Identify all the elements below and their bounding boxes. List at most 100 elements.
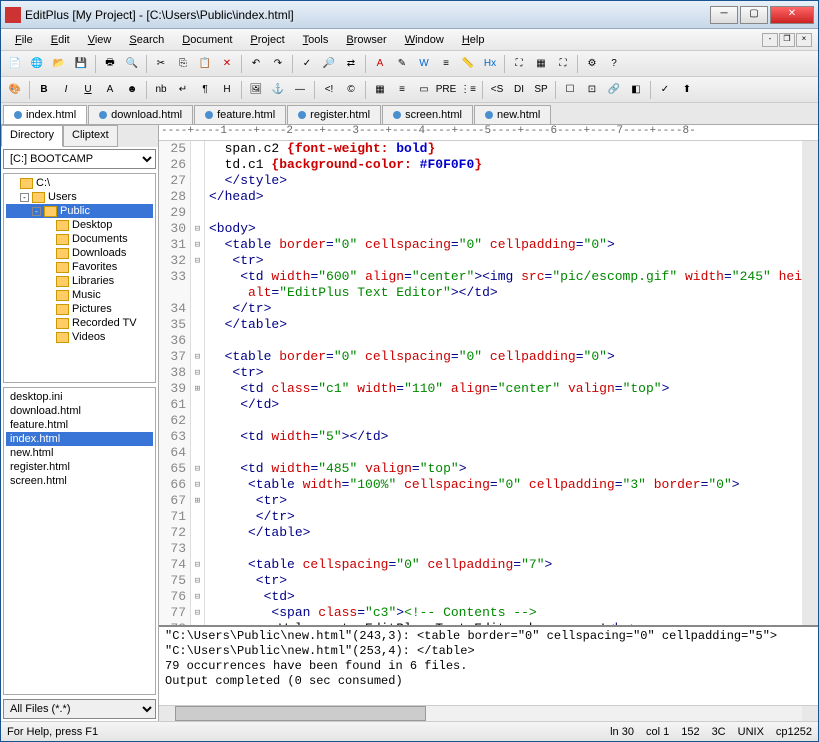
redo-icon[interactable]: ↷ [268, 54, 288, 74]
menu-edit[interactable]: Edit [43, 32, 78, 48]
emoji-icon[interactable]: ☻ [122, 80, 142, 100]
file-item[interactable]: new.html [6, 446, 153, 460]
file-filter[interactable]: All Files (*.*) [3, 699, 156, 719]
file-item[interactable]: screen.html [6, 474, 153, 488]
file-item[interactable]: index.html [6, 432, 153, 446]
menu-search[interactable]: Search [121, 32, 172, 48]
fold-icon[interactable]: ⊟ [191, 605, 204, 621]
output-line[interactable]: 79 occurrences have been found in 6 file… [165, 659, 812, 674]
code-line[interactable]: <td width="5"></td> [209, 429, 798, 445]
para-icon[interactable]: ¶ [195, 80, 215, 100]
form-icon[interactable]: ☐ [560, 80, 580, 100]
menu-project[interactable]: Project [242, 32, 292, 48]
code-line[interactable] [209, 541, 798, 557]
minimize-button[interactable]: ─ [710, 6, 738, 24]
nbsp-icon[interactable]: nb [151, 80, 171, 100]
file-item[interactable]: feature.html [6, 418, 153, 432]
close-button[interactable]: ✕ [770, 6, 814, 24]
fullscreen-icon[interactable]: ⛶ [553, 54, 573, 74]
menu-file[interactable]: File [7, 32, 41, 48]
hex-icon[interactable]: Hx [480, 54, 500, 74]
code-line[interactable] [209, 445, 798, 461]
code-line[interactable]: alt="EditPlus Text Editor"></td> [209, 285, 798, 301]
help-icon[interactable]: ? [604, 54, 624, 74]
code-line[interactable]: td.c1 {background-color: #F0F0F0} [209, 157, 798, 173]
code-line[interactable]: <tr> [209, 493, 798, 509]
italic-icon[interactable]: I [56, 80, 76, 100]
tree-item[interactable]: Libraries [6, 274, 153, 288]
file-item[interactable]: desktop.ini [6, 390, 153, 404]
code-line[interactable]: <td class="c1" width="110" align="center… [209, 381, 798, 397]
file-list[interactable]: desktop.inidownload.htmlfeature.htmlinde… [3, 387, 156, 695]
code-line[interactable] [209, 333, 798, 349]
titlebar[interactable]: EditPlus [My Project] - [C:\Users\Public… [1, 1, 818, 29]
code-line[interactable]: <body> [209, 221, 798, 237]
undo-icon[interactable]: ↶ [246, 54, 266, 74]
br-icon[interactable]: ↵ [173, 80, 193, 100]
menu-help[interactable]: Help [454, 32, 493, 48]
file-item[interactable]: register.html [6, 460, 153, 474]
code-line[interactable]: <table border="0" cellspacing="0" cellpa… [209, 237, 798, 253]
mdi-close-button[interactable]: × [796, 33, 812, 47]
tab-register-html[interactable]: register.html [287, 105, 381, 124]
file-item[interactable]: download.html [6, 404, 153, 418]
tree-item[interactable]: -Public [6, 204, 153, 218]
sp-icon[interactable]: SP [531, 80, 551, 100]
tab-index-html[interactable]: index.html [3, 105, 87, 124]
code-line[interactable]: <span class="c3"><!-- Contents --> [209, 605, 798, 621]
output-line[interactable]: "C:\Users\Public\new.html"(243,3): <tabl… [165, 629, 812, 644]
code-line[interactable]: </td> [209, 397, 798, 413]
center-icon[interactable]: ≡ [392, 80, 412, 100]
code-line[interactable]: <table border="0" cellspacing="0" cellpa… [209, 349, 798, 365]
hr-icon[interactable]: — [290, 80, 310, 100]
tab-new-html[interactable]: new.html [474, 105, 551, 124]
linenumber-icon[interactable]: ≡ [436, 54, 456, 74]
fold-icon[interactable]: ⊟ [191, 477, 204, 493]
save-icon[interactable]: 💾 [71, 54, 91, 74]
script-icon[interactable]: <S [487, 80, 507, 100]
fold-icon[interactable]: ⊟ [191, 221, 204, 237]
folder-tree[interactable]: C:\-Users-PublicDesktopDocumentsDownload… [3, 173, 156, 383]
horizontal-scrollbar[interactable] [159, 705, 818, 721]
tab-screen-html[interactable]: screen.html [382, 105, 473, 124]
fold-icon[interactable]: ⊞ [191, 493, 204, 509]
bold-icon[interactable]: B [34, 80, 54, 100]
tree-item[interactable]: -Users [6, 190, 153, 204]
code-line[interactable]: </tr> [209, 301, 798, 317]
settings-icon[interactable]: ⚙ [582, 54, 602, 74]
tree-item[interactable]: Videos [6, 330, 153, 344]
ruler-icon[interactable]: 📏 [458, 54, 478, 74]
fold-icon[interactable]: ⊟ [191, 253, 204, 269]
tree-item[interactable]: Desktop [6, 218, 153, 232]
paste-icon[interactable]: 📋 [195, 54, 215, 74]
tree-item[interactable]: Recorded TV [6, 316, 153, 330]
side-tab-directory[interactable]: Directory [1, 125, 63, 147]
tree-item[interactable]: Favorites [6, 260, 153, 274]
browser-icon[interactable]: ⛶ [509, 54, 529, 74]
code-line[interactable]: </table> [209, 525, 798, 541]
code-line[interactable]: <td> [209, 589, 798, 605]
heading-icon[interactable]: H [217, 80, 237, 100]
mdi-restore-button[interactable]: ❐ [779, 33, 795, 47]
comment-icon[interactable]: <! [319, 80, 339, 100]
expand-icon[interactable]: - [20, 193, 29, 202]
menu-browser[interactable]: Browser [338, 32, 394, 48]
list-icon[interactable]: ⋮≡ [458, 80, 478, 100]
code-line[interactable]: </tr> [209, 509, 798, 525]
code-line[interactable]: span.c2 {font-weight: bold} [209, 141, 798, 157]
table-icon[interactable]: ▦ [370, 80, 390, 100]
font-icon[interactable]: A [100, 80, 120, 100]
code-line[interactable]: <tr> [209, 573, 798, 589]
cut-icon[interactable]: ✂ [151, 54, 171, 74]
fold-icon[interactable]: ⊟ [191, 349, 204, 365]
delete-icon[interactable]: ✕ [217, 54, 237, 74]
div-icon[interactable]: ▭ [414, 80, 434, 100]
fold-icon[interactable]: ⊟ [191, 557, 204, 573]
preview-icon[interactable]: 🔍 [122, 54, 142, 74]
code-line[interactable]: <table width="100%" cellspacing="0" cell… [209, 477, 798, 493]
output-panel[interactable]: "C:\Users\Public\new.html"(243,3): <tabl… [159, 625, 818, 705]
menu-tools[interactable]: Tools [295, 32, 337, 48]
fold-icon[interactable]: ⊞ [191, 381, 204, 397]
code-line[interactable]: <tr> [209, 253, 798, 269]
maximize-button[interactable]: ▢ [740, 6, 768, 24]
